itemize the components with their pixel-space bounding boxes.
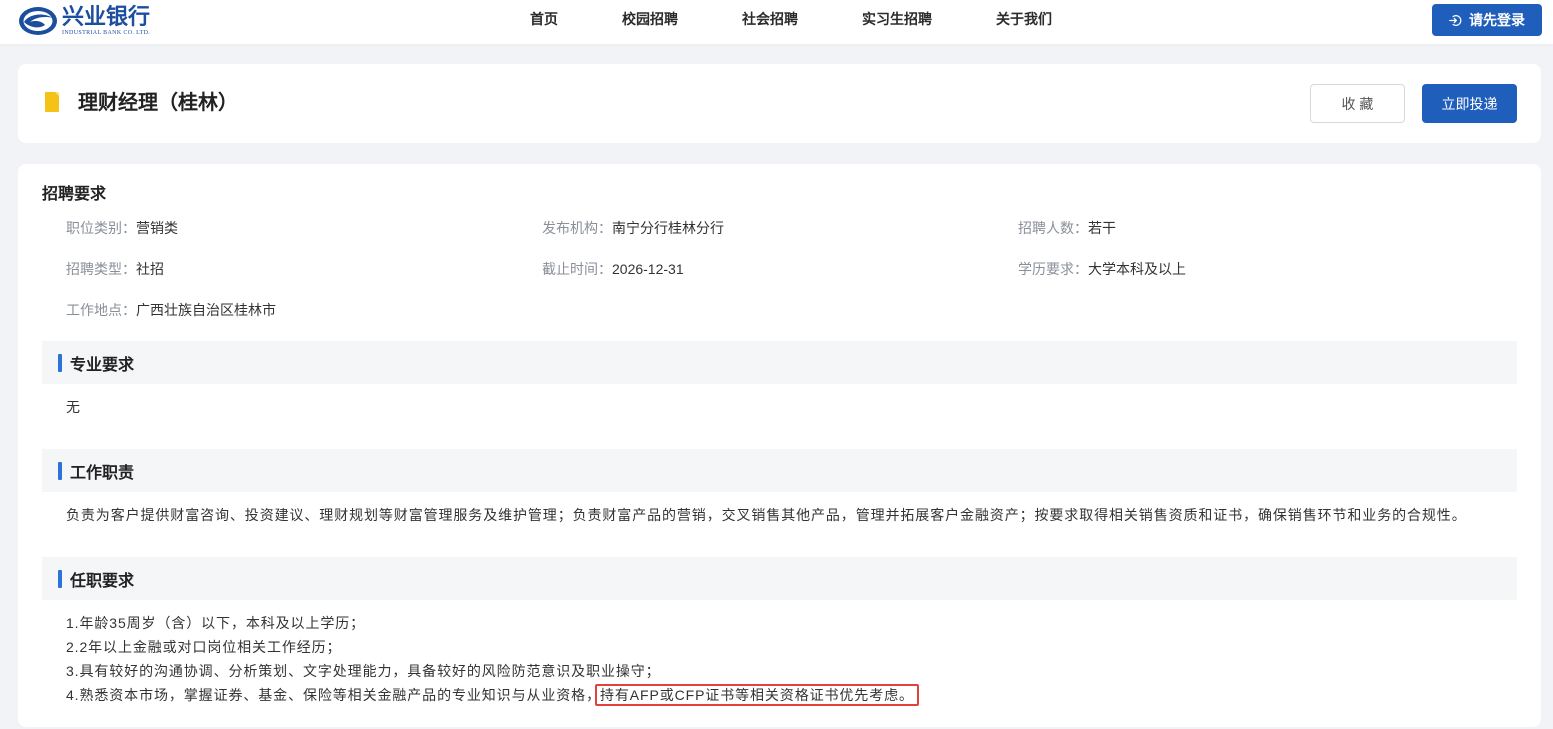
content-line: 无 xyxy=(66,399,81,415)
field-label: 招聘人数： xyxy=(1018,220,1088,236)
section-accent-bar xyxy=(58,462,62,480)
nav-item-social-recruitment[interactable]: 社会招聘 xyxy=(742,0,798,38)
content-line: 2.2年以上金融或对口岗位相关工作经历； xyxy=(66,639,342,655)
field-value: 大学本科及以上 xyxy=(1088,261,1186,277)
section-header: 工作职责 xyxy=(42,449,1517,492)
section-header: 任职要求 xyxy=(42,557,1517,600)
field-recruitment-type: 招聘类型：社招 xyxy=(66,249,542,290)
bank-logo[interactable]: 兴业银行 INDUSTRIAL BANK CO. LTD. xyxy=(18,4,150,37)
field-label: 工作地点： xyxy=(66,302,136,318)
content-line: 负责为客户提供财富咨询、投资建议、理财规划等财富管理服务及维护管理；负责财富产品… xyxy=(66,507,1467,523)
nav-item-intern-recruitment[interactable]: 实习生招聘 xyxy=(862,0,932,38)
detail-sections: 专业要求 无 工作职责 负责为客户提供财富咨询、投资建议、理财规划等财富管理服务… xyxy=(42,341,1517,707)
section-qualifications: 任职要求 1.年龄35周岁（含）以下，本科及以上学历； 2.2年以上金融或对口岗… xyxy=(42,557,1517,707)
field-label: 截止时间： xyxy=(542,261,612,277)
section-title: 专业要求 xyxy=(70,356,135,374)
field-value: 2026-12-31 xyxy=(612,261,684,277)
field-work-location: 工作地点：广西壮族自治区桂林市 xyxy=(66,290,542,331)
section-accent-bar xyxy=(58,570,62,588)
top-header: 兴业银行 INDUSTRIAL BANK CO. LTD. 首页 校园招聘 社会… xyxy=(0,0,1553,44)
section-header: 专业要求 xyxy=(42,341,1517,384)
field-publishing-branch: 发布机构：南宁分行桂林分行 xyxy=(542,208,1018,249)
favorite-button[interactable]: 收 藏 xyxy=(1310,84,1405,123)
main-nav: 首页 校园招聘 社会招聘 实习生招聘 关于我们 xyxy=(530,0,1052,38)
field-value: 广西壮族自治区桂林市 xyxy=(136,302,276,318)
requirements-heading: 招聘要求 xyxy=(42,186,107,203)
content-line-text: 4.熟悉资本市场，掌握证券、基金、保险等相关金融产品的专业知识与从业资格， xyxy=(66,687,601,703)
industrial-bank-logo-icon xyxy=(19,7,57,35)
field-headcount: 招聘人数：若干 xyxy=(1018,208,1494,249)
content-line: 4.熟悉资本市场，掌握证券、基金、保险等相关金融产品的专业知识与从业资格，持有A… xyxy=(66,683,1493,707)
field-value: 南宁分行桂林分行 xyxy=(612,220,724,236)
field-label: 职位类别： xyxy=(66,220,136,236)
login-button[interactable]: 请先登录 xyxy=(1432,4,1542,36)
field-education: 学历要求：大学本科及以上 xyxy=(1018,249,1494,290)
content-line: 1.年龄35周岁（含）以下，本科及以上学历； xyxy=(66,615,366,631)
apply-button[interactable]: 立即投递 xyxy=(1422,84,1517,123)
job-detail-card: 招聘要求 职位类别：营销类 发布机构：南宁分行桂林分行 招聘人数：若干 招聘类型… xyxy=(18,164,1541,727)
section-accent-bar xyxy=(58,354,62,372)
field-deadline: 截止时间：2026-12-31 xyxy=(542,249,1018,290)
job-info-grid: 职位类别：营销类 发布机构：南宁分行桂林分行 招聘人数：若干 招聘类型：社招 截… xyxy=(42,208,1517,331)
section-title: 任职要求 xyxy=(70,572,135,590)
section-content: 1.年龄35周岁（含）以下，本科及以上学历； 2.2年以上金融或对口岗位相关工作… xyxy=(42,600,1517,707)
section-title: 工作职责 xyxy=(70,464,135,482)
section-major-requirements: 专业要求 无 xyxy=(42,341,1517,419)
job-title: 理财经理（桂林） xyxy=(78,92,238,114)
field-value: 社招 xyxy=(136,261,164,277)
field-job-category: 职位类别：营销类 xyxy=(66,208,542,249)
section-content: 无 xyxy=(42,384,1517,419)
logo-text: 兴业银行 INDUSTRIAL BANK CO. LTD. xyxy=(62,4,150,37)
field-label: 发布机构： xyxy=(542,220,612,236)
bookmark-icon xyxy=(45,92,59,112)
field-label: 招聘类型： xyxy=(66,261,136,277)
highlighted-certificate-note: 持有AFP或CFP证书等相关资格证书优先考虑。 xyxy=(594,684,919,706)
section-content: 负责为客户提供财富咨询、投资建议、理财规划等财富管理服务及维护管理；负责财富产品… xyxy=(42,492,1517,527)
logo-name-en: INDUSTRIAL BANK CO. LTD. xyxy=(62,30,151,36)
nav-item-campus-recruitment[interactable]: 校园招聘 xyxy=(622,0,678,38)
job-detail-page: 兴业银行 INDUSTRIAL BANK CO. LTD. 首页 校园招聘 社会… xyxy=(0,0,1553,729)
login-icon xyxy=(1449,14,1462,26)
field-label: 学历要求： xyxy=(1018,261,1088,277)
field-value: 营销类 xyxy=(136,220,178,236)
nav-item-home[interactable]: 首页 xyxy=(530,0,558,38)
job-title-card: 理财经理（桂林） 收 藏 立即投递 xyxy=(18,64,1541,143)
section-job-duties: 工作职责 负责为客户提供财富咨询、投资建议、理财规划等财富管理服务及维护管理；负… xyxy=(42,449,1517,527)
login-button-label: 请先登录 xyxy=(1469,12,1525,28)
nav-item-about-us[interactable]: 关于我们 xyxy=(996,0,1052,38)
content-line: 3.具有较好的沟通协调、分析策划、文字处理能力，具备较好的风险防范意识及职业操守… xyxy=(66,663,661,679)
logo-name-cn: 兴业银行 xyxy=(62,4,151,30)
field-value: 若干 xyxy=(1088,220,1116,236)
